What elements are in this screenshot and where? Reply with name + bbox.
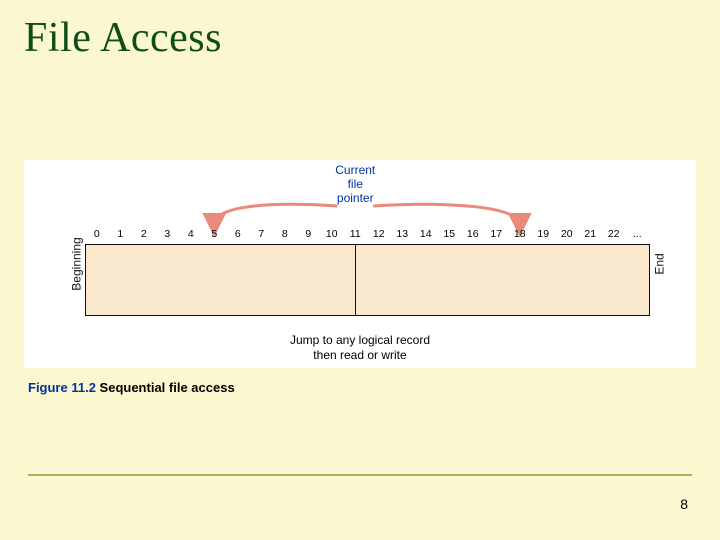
slide: File Access Beginning End Current file p… [0, 0, 720, 540]
pointer-divider [355, 244, 356, 316]
tick-label: ... [626, 228, 650, 242]
tick-label: 8 [273, 228, 297, 242]
tick-label: 14 [414, 228, 438, 242]
tick-label: 0 [85, 228, 109, 242]
tick-label: 19 [532, 228, 556, 242]
tick-label: 18 [508, 228, 532, 242]
tick-label: 17 [485, 228, 509, 242]
records-strip [85, 244, 650, 316]
tick-row: 012345678910111213141516171819202122... [85, 228, 650, 242]
tick-label: 1 [109, 228, 133, 242]
jump-label: Jump to any logical record then read or … [290, 333, 430, 362]
tick-label: 22 [602, 228, 626, 242]
tick-label: 5 [203, 228, 227, 242]
tick-label: 6 [226, 228, 250, 242]
tick-label: 3 [156, 228, 180, 242]
tick-label: 2 [132, 228, 156, 242]
page-title: File Access [24, 14, 222, 62]
tick-label: 16 [461, 228, 485, 242]
figure-number: Figure 11.2 [28, 380, 100, 395]
rule-bottom [28, 474, 692, 476]
tick-label: 7 [250, 228, 274, 242]
figure: Beginning End Current file pointer 01234… [24, 160, 696, 368]
diagram: Beginning End Current file pointer 01234… [24, 160, 696, 368]
tick-label: 4 [179, 228, 203, 242]
figure-title: Sequential file access [100, 380, 235, 395]
tick-label: 9 [297, 228, 321, 242]
tick-label: 21 [579, 228, 603, 242]
tick-label: 11 [344, 228, 368, 242]
arrow-left [214, 204, 337, 225]
tick-label: 10 [320, 228, 344, 242]
page-number: 8 [680, 496, 688, 512]
figure-caption: Figure 11.2 Sequential file access [28, 380, 235, 395]
tick-label: 20 [555, 228, 579, 242]
tick-label: 15 [438, 228, 462, 242]
tick-label: 12 [367, 228, 391, 242]
arrow-right [373, 204, 520, 225]
tick-label: 13 [391, 228, 415, 242]
